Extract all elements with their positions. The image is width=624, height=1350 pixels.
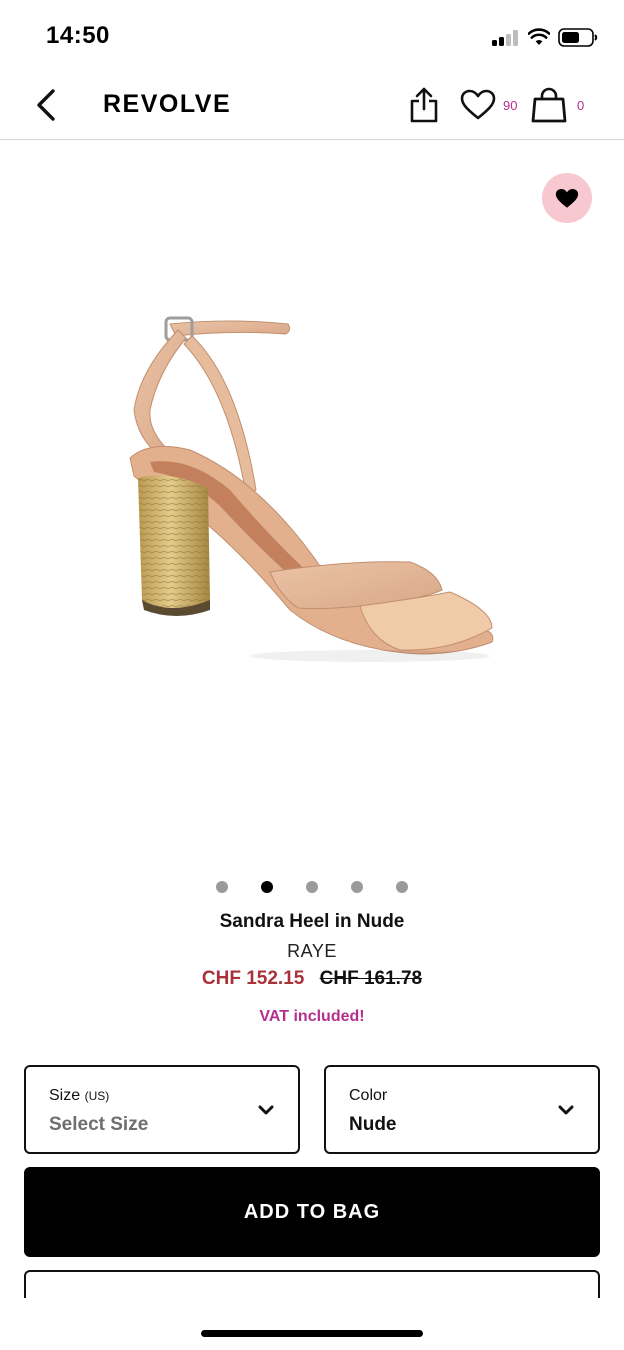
vat-note: VAT included! (259, 1008, 365, 1025)
chevron-left-icon (37, 89, 55, 121)
carousel-dot[interactable] (306, 881, 318, 893)
product-photo-sandal (129, 316, 494, 662)
size-unit-text: (US) (84, 1089, 110, 1103)
add-to-bag-button[interactable]: ADD TO BAG (24, 1167, 600, 1257)
status-bar: 14:50 (0, 0, 624, 70)
color-select-value: Nude (349, 1114, 397, 1135)
wifi-icon (528, 28, 550, 45)
carousel-dot[interactable] (216, 881, 228, 893)
wishlist-button[interactable] (458, 86, 498, 124)
bag-count: 0 (577, 98, 585, 113)
original-price: CHF 161.78 (319, 968, 423, 989)
sale-price: CHF 152.15 (201, 968, 305, 989)
product-brand[interactable]: RAYE (0, 941, 624, 962)
wishlist-count: 90 (503, 98, 518, 113)
size-select[interactable]: Size (US) Select Size (24, 1065, 300, 1154)
color-select-label: Color (349, 1087, 388, 1104)
favorite-button[interactable] (542, 173, 592, 223)
size-label-text: Size (49, 1087, 81, 1104)
product-name: Sandra Heel in Nude (219, 911, 405, 932)
nav-bar: REVOLVE 90 0 (0, 70, 624, 140)
carousel-dot-active[interactable] (261, 881, 273, 893)
carousel-dot[interactable] (396, 881, 408, 893)
battery-icon (558, 28, 598, 47)
share-icon (410, 87, 438, 123)
back-button[interactable] (28, 84, 64, 126)
shopping-bag-icon (531, 87, 567, 123)
carousel-pagination (0, 881, 624, 895)
bag-button[interactable] (530, 84, 568, 126)
home-indicator[interactable] (201, 1330, 423, 1337)
carousel-dot[interactable] (351, 881, 363, 893)
chevron-down-icon (558, 1105, 574, 1115)
status-time: 14:50 (46, 22, 110, 49)
size-select-label: Size (US) (49, 1087, 109, 1105)
share-button[interactable] (406, 84, 442, 126)
price-row: CHF 152.15 CHF 161.78 (0, 968, 624, 990)
color-select[interactable]: Color Nude (324, 1065, 600, 1154)
bottom-area (0, 1298, 624, 1350)
brand-logo[interactable]: REVOLVE (103, 90, 231, 119)
chevron-down-icon (258, 1105, 274, 1115)
signal-icon (492, 30, 520, 46)
heart-outline-icon (460, 89, 496, 120)
size-select-value: Select Size (49, 1114, 149, 1135)
heart-filled-icon (555, 188, 579, 208)
